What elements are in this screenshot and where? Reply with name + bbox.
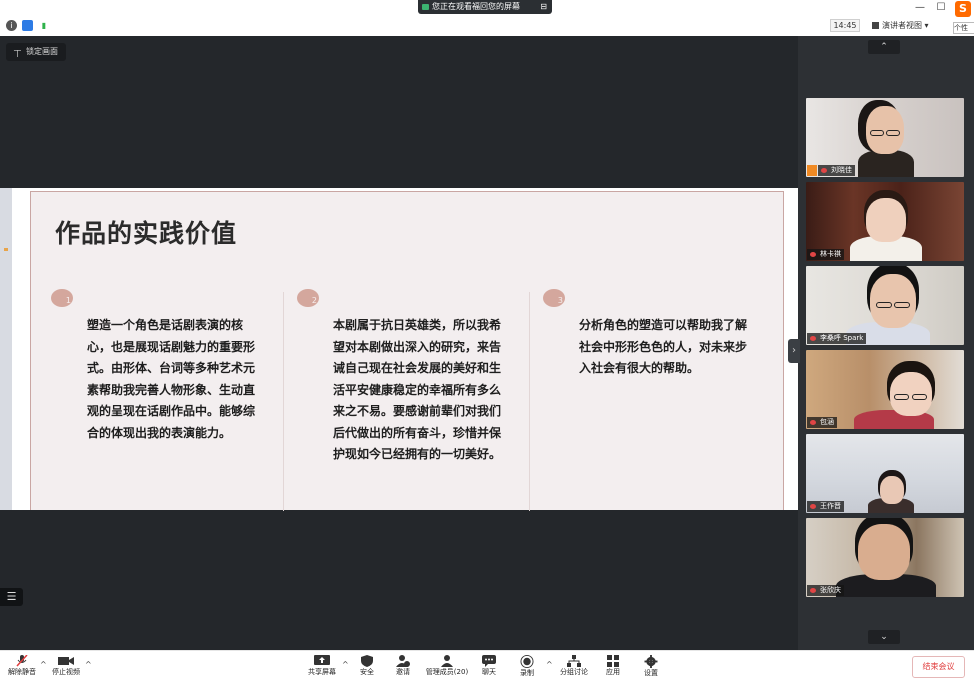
participant-name: 王作晋 — [807, 501, 844, 512]
point-text-2: 本剧属于抗日英雄类，所以我希望对本剧做出深入的研究，来告诫自己现在社会发展的美好… — [333, 318, 502, 461]
unmute-button[interactable]: 解除静音 — [0, 653, 44, 683]
participant-gallery: ⌃ › 刘晓佳 林卡祺 李桑呼 Spark 包涵 王作晋 张欣庆 ⌄ — [788, 36, 974, 650]
point-badge-3: 3 — [543, 289, 565, 307]
microphone-muted-icon — [16, 655, 28, 667]
glasses-shape — [876, 302, 892, 308]
video-tile[interactable]: 李桑呼 Spark — [806, 266, 964, 345]
video-options-caret[interactable]: ^ — [85, 660, 92, 669]
gallery-scroll-down-button[interactable]: ⌄ — [868, 630, 900, 644]
meeting-toolbar: 解除静音 ^ 停止视频 ^ 共享屏幕 ^ 安全 邀请 管理成员(20) 聊天 录… — [0, 650, 974, 683]
record-icon — [520, 655, 534, 668]
column-divider — [283, 292, 284, 511]
stop-video-button[interactable]: 停止视频 — [44, 653, 88, 683]
glasses-shape — [886, 130, 900, 136]
participant-name: 刘晓佳 — [818, 165, 855, 176]
breakout-rooms-icon — [567, 655, 581, 667]
participant-video — [858, 150, 914, 177]
apps-grid-icon — [607, 655, 619, 667]
share-screen-label: 共享屏幕 — [308, 668, 336, 676]
point-text-1: 塑造一个角色是话剧表演的核心，也是展现话剧魅力的重要形式。由形体、台词等多种艺术… — [87, 318, 256, 440]
shield-icon — [361, 655, 373, 667]
participant-video — [858, 524, 910, 580]
menu-list-button[interactable]: ☰ — [0, 588, 23, 606]
signal-strength-icon[interactable]: ▮ — [38, 20, 50, 31]
point-badge-1: 1 — [51, 289, 73, 307]
share-screen-icon — [314, 655, 330, 665]
maximize-button[interactable]: ☐ — [934, 2, 948, 13]
participant-name: 林卡祺 — [807, 249, 844, 260]
video-tile[interactable]: 包涵 — [806, 350, 964, 429]
info-icon[interactable]: i — [6, 20, 17, 31]
glasses-shape — [912, 394, 927, 400]
breakout-rooms-button[interactable]: 分组讨论 — [552, 653, 596, 683]
view-mode-label: 演讲者视图 — [882, 21, 922, 30]
pin-view-button[interactable]: ⊤ 锁定画面 — [6, 43, 66, 61]
share-status-text: 您正在观看福回您的屏幕 — [432, 2, 520, 11]
participant-name: 张欣庆 — [807, 585, 844, 596]
chat-bubble-icon — [482, 655, 496, 667]
shared-screen-stage: ⊤ 锁定画面 作品的实践价值 1 塑造一个角色是话剧表演的核心，也是展现话剧魅力… — [0, 36, 798, 650]
participants-icon — [441, 655, 453, 667]
host-icon — [807, 165, 817, 176]
manage-participants-button[interactable]: 管理成员(20) — [424, 653, 470, 683]
gallery-scroll-up-button[interactable]: ⌃ — [868, 40, 900, 54]
participant-video — [866, 198, 906, 242]
video-tile[interactable]: 刘晓佳 — [806, 98, 964, 177]
banner-menu-icon[interactable]: ⊟ — [540, 0, 547, 14]
camera-icon — [422, 4, 429, 10]
meeting-window: 您正在观看福回您的屏幕 ⊟ — ☐ S 个性 i ▮ 14:45 演讲者视图 ▾… — [0, 0, 974, 683]
view-mode-button[interactable]: 演讲者视图 ▾ — [870, 19, 929, 32]
shield-icon[interactable] — [22, 20, 33, 31]
shared-slide-area: 作品的实践价值 1 塑造一个角色是话剧表演的核心，也是展现话剧魅力的重要形式。由… — [0, 188, 798, 511]
settings-label: 设置 — [644, 669, 658, 677]
pin-view-label: 锁定画面 — [26, 47, 58, 56]
slide-side-strip — [0, 188, 12, 510]
chevron-down-icon: ▾ — [924, 21, 929, 30]
video-tile[interactable]: 林卡祺 — [806, 182, 964, 261]
glasses-shape — [894, 394, 909, 400]
presentation-slide: 作品的实践价值 1 塑造一个角色是话剧表演的核心，也是展现话剧魅力的重要形式。由… — [30, 191, 784, 511]
video-camera-icon — [58, 657, 74, 665]
settings-button[interactable]: 设置 — [629, 653, 673, 683]
point-badge-2: 2 — [297, 289, 319, 307]
record-label: 录制 — [520, 669, 534, 677]
glasses-shape — [894, 302, 910, 308]
invite-label: 邀请 — [396, 668, 410, 676]
stop-video-label: 停止视频 — [52, 668, 80, 676]
collapse-gallery-button[interactable]: › — [788, 339, 800, 363]
meeting-status-icons: i ▮ — [6, 20, 50, 31]
glasses-shape — [870, 130, 884, 136]
participant-video — [870, 274, 916, 328]
manage-participants-label: 管理成员(20) — [425, 668, 469, 676]
add-user-icon — [396, 655, 410, 667]
title-bar: 您正在观看福回您的屏幕 ⊟ — ☐ S 个性 i ▮ 14:45 演讲者视图 ▾ — [0, 0, 974, 36]
point-text-3: 分析角色的塑造可以帮助我了解社会中形形色色的人，对未来步入社会有很大的帮助。 — [579, 318, 748, 375]
video-tile[interactable]: 王作晋 — [806, 434, 964, 513]
unmute-label: 解除静音 — [8, 668, 36, 676]
column-divider — [529, 292, 530, 511]
sogou-logo-icon[interactable]: S — [955, 1, 971, 17]
share-screen-button[interactable]: 共享屏幕 — [300, 653, 344, 683]
participant-name: 李桑呼 Spark — [807, 333, 867, 344]
pin-icon: ⊤ — [13, 49, 22, 60]
video-tile[interactable]: 张欣庆 — [806, 518, 964, 597]
meeting-time: 14:45 — [830, 19, 860, 32]
share-status-banner[interactable]: 您正在观看福回您的屏幕 ⊟ — [418, 0, 552, 14]
gear-icon — [644, 655, 658, 668]
invite-button[interactable]: 邀请 — [381, 653, 425, 683]
slide-title: 作品的实践价值 — [55, 219, 238, 248]
breakout-rooms-label: 分组讨论 — [560, 668, 588, 676]
minimize-button[interactable]: — — [913, 2, 927, 13]
logo-tooltip: 个性 — [953, 22, 974, 34]
end-meeting-button[interactable]: 结束会议 — [912, 656, 965, 678]
participant-name: 包涵 — [807, 417, 837, 428]
participant-video — [880, 476, 904, 504]
record-button[interactable]: 录制 — [505, 653, 549, 683]
